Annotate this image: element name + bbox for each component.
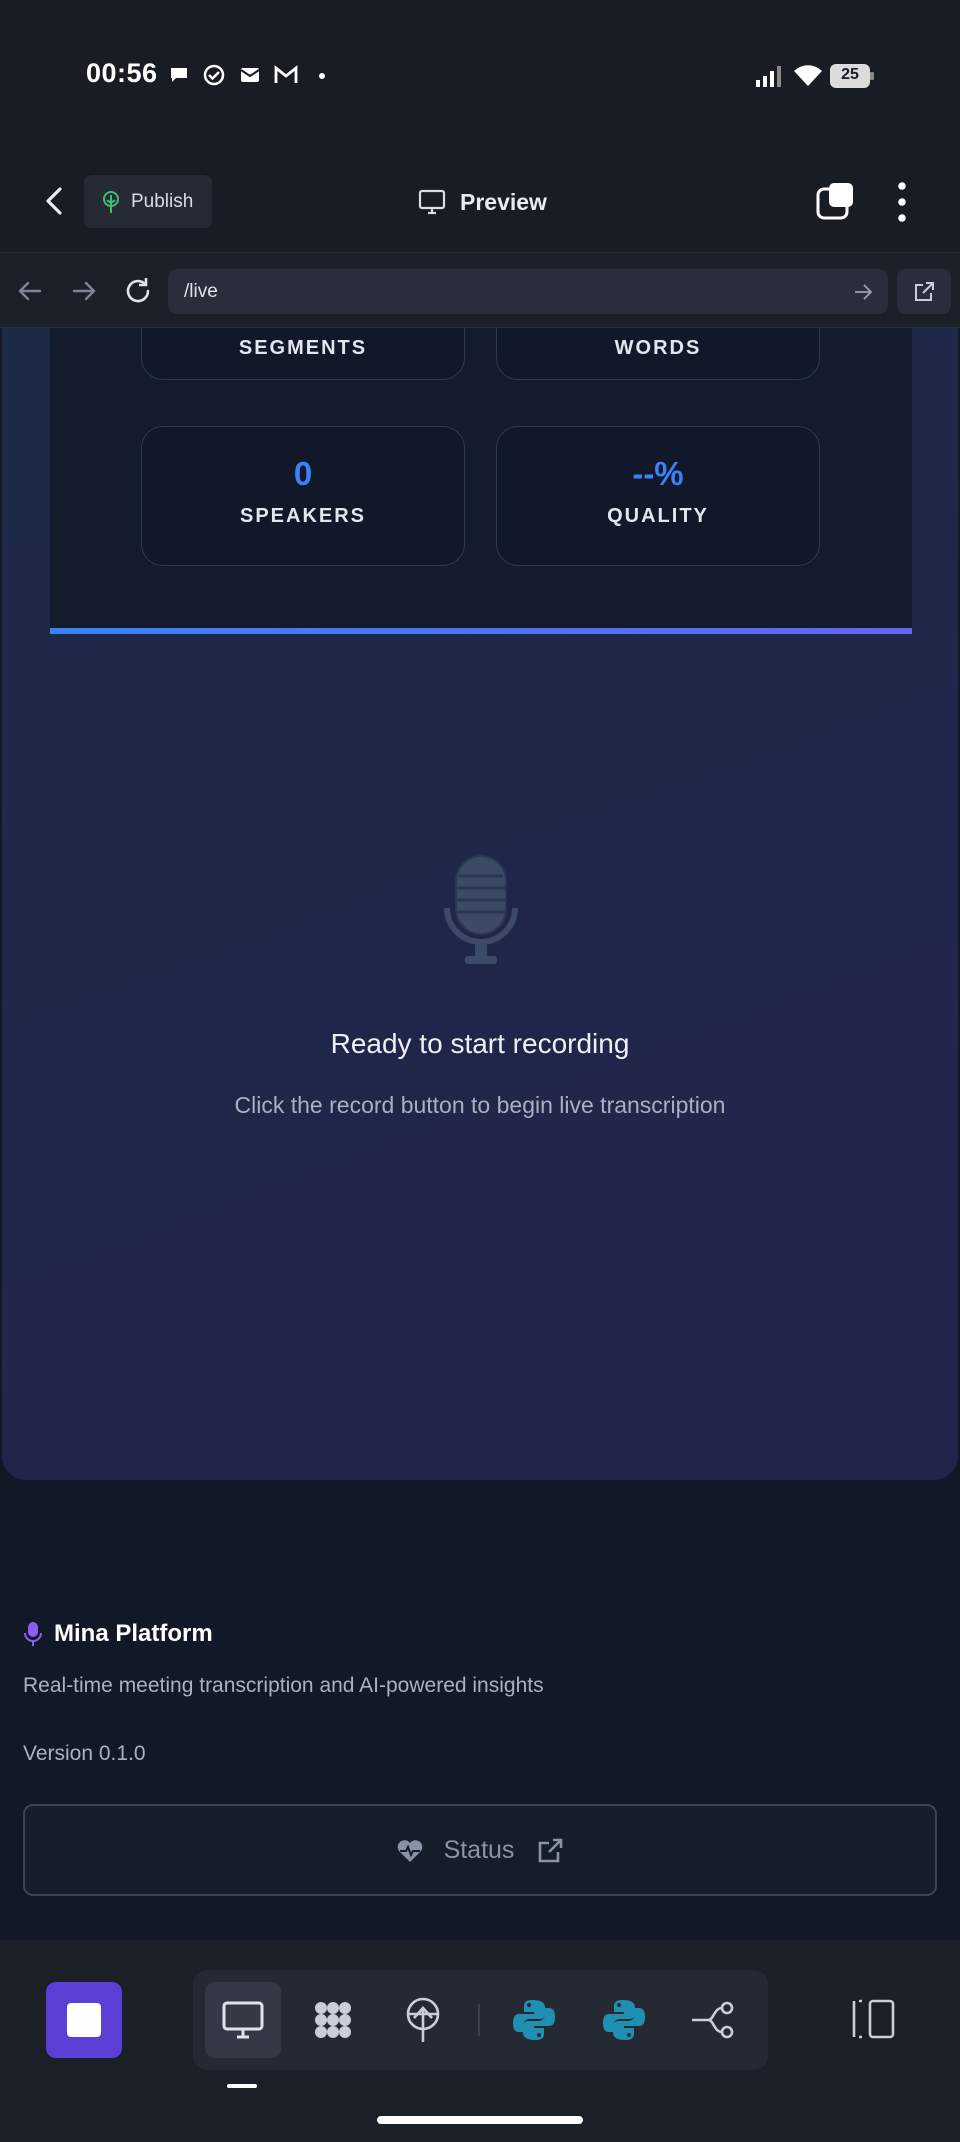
url-input[interactable]: /live	[168, 269, 888, 314]
status-bar: 00:56 25	[0, 0, 960, 150]
monitor-icon	[418, 189, 446, 215]
live-card: SEGMENTS WORDS 0 SPEAKERS --% QUALITY Re…	[2, 328, 958, 1480]
heartbeat-icon	[397, 1839, 422, 1862]
stop-icon	[67, 2003, 101, 2037]
check-circle-icon	[203, 64, 225, 86]
external-link-icon	[539, 1838, 563, 1862]
publish-label: Publish	[131, 191, 194, 212]
python-icon	[513, 2000, 555, 2040]
bottom-dock	[0, 1940, 960, 2142]
stat-words: WORDS	[496, 328, 820, 380]
stat-segments: SEGMENTS	[141, 328, 465, 380]
publish-button[interactable]: Publish	[84, 175, 212, 228]
empty-state-subtitle: Click the record button to begin live tr…	[234, 1092, 726, 1118]
preview-title[interactable]: Preview	[418, 188, 547, 216]
stat-label: SEGMENTS	[238, 337, 368, 359]
more-vertical-icon[interactable]	[890, 180, 914, 224]
stat-label: WORDS	[614, 337, 702, 359]
status-label: Status	[443, 1836, 515, 1864]
arrow-left-icon[interactable]	[14, 275, 46, 307]
open-external-button[interactable]	[897, 269, 951, 314]
preview-tool-button[interactable]	[205, 1982, 281, 2058]
app-header: Publish Preview	[0, 150, 960, 252]
active-tool-indicator	[227, 2084, 257, 2088]
version-text: Version 0.1.0	[23, 1742, 146, 1765]
split-view-icon[interactable]	[850, 1998, 896, 2040]
deploy-tool-button[interactable]	[385, 1982, 461, 2058]
python-tool-button-2[interactable]	[586, 1982, 662, 2058]
battery-level: 25	[841, 66, 859, 83]
stop-button[interactable]	[46, 1982, 122, 2058]
battery-icon: 25	[830, 64, 874, 88]
progress-underline	[50, 628, 912, 634]
stat-label: QUALITY	[607, 505, 709, 527]
reload-icon[interactable]	[122, 275, 154, 307]
brand-name: Mina Platform	[54, 1620, 213, 1647]
microphone-icon	[444, 855, 518, 964]
go-arrow-icon[interactable]	[852, 281, 874, 303]
grid-tool-button[interactable]	[295, 1982, 371, 2058]
dot-icon	[319, 73, 325, 79]
gmail-icon	[274, 65, 298, 83]
home-indicator[interactable]	[377, 2116, 583, 2124]
wifi-icon	[794, 65, 822, 86]
brand-description: Real-time meeting transcription and AI-p…	[23, 1674, 544, 1697]
footer-brand: Mina Platform	[24, 1620, 213, 1648]
grid-icon	[315, 2002, 351, 2038]
tool-group	[193, 1970, 768, 2070]
url-text: /live	[184, 281, 218, 302]
mail-icon	[240, 68, 260, 82]
microphone-icon	[24, 1622, 42, 1646]
python-tool-button[interactable]	[496, 1982, 572, 2058]
signal-icon	[756, 66, 781, 87]
status-time: 00:56	[86, 58, 158, 88]
monitor-icon	[222, 2001, 264, 2039]
empty-state-title: Ready to start recording	[330, 1028, 630, 1059]
stat-quality: --% QUALITY	[496, 426, 820, 566]
stat-speakers: 0 SPEAKERS	[141, 426, 465, 566]
stat-label: SPEAKERS	[239, 505, 367, 527]
chat-notification-icon	[171, 68, 187, 82]
back-icon[interactable]	[38, 183, 74, 219]
arrow-right-icon[interactable]	[68, 275, 100, 307]
web-preview: SEGMENTS WORDS 0 SPEAKERS --% QUALITY Re…	[0, 328, 960, 1940]
workflow-tool-button[interactable]	[675, 1982, 751, 2058]
status-button[interactable]: Status	[23, 1804, 937, 1896]
tabs-icon[interactable]	[815, 181, 855, 221]
stat-value: --%	[632, 455, 684, 492]
flow-icon	[692, 2001, 734, 2039]
external-link-icon	[915, 282, 934, 301]
python-icon	[603, 2000, 645, 2040]
tree-icon	[103, 191, 119, 213]
stat-value: 0	[293, 455, 313, 492]
tool-separator	[478, 2004, 480, 2036]
preview-label: Preview	[460, 188, 547, 215]
url-bar: /live	[0, 252, 960, 328]
deploy-icon	[406, 1997, 440, 2042]
